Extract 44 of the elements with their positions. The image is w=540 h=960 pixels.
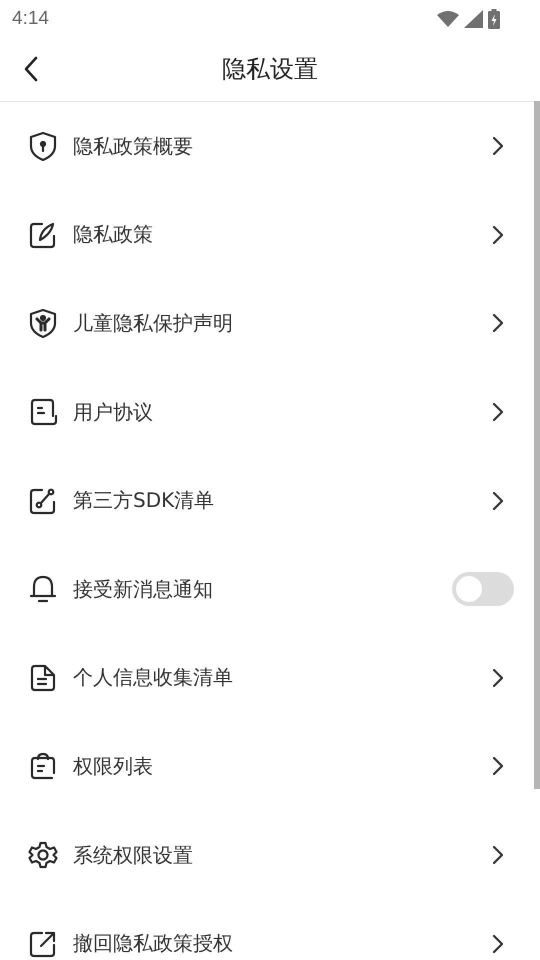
- wifi-icon: [437, 10, 459, 26]
- bag-list-icon: [28, 751, 58, 782]
- bell-icon: [28, 574, 58, 604]
- toggle-switch[interactable]: [452, 572, 514, 606]
- menu-label: 用户协议: [73, 398, 154, 426]
- child-shield-icon: [28, 308, 58, 338]
- menu-label: 权限列表: [73, 752, 154, 780]
- menu-item[interactable]: 撤回隐私政策授权: [0, 899, 532, 960]
- chevron-right-icon: [492, 313, 504, 334]
- chevron-right-icon: [492, 136, 504, 156]
- back-icon[interactable]: [23, 56, 39, 82]
- chevron-right-icon: [492, 668, 504, 688]
- chevron-right-icon: [492, 490, 504, 511]
- chevron-right-icon: [492, 756, 504, 776]
- menu-label: 儿童隐私保护声明: [73, 310, 234, 337]
- menu-item[interactable]: 系统权限设置: [0, 810, 532, 900]
- file-list-icon: [28, 662, 58, 693]
- page-title: 隐私设置: [222, 54, 318, 85]
- shield-keyhole-icon: [28, 131, 58, 162]
- menu-label: 第三方SDK清单: [73, 487, 216, 514]
- menu-label: 隐私政策概要: [73, 132, 194, 160]
- gear-icon: [28, 840, 58, 870]
- menu-item[interactable]: 第三方SDK清单: [0, 456, 532, 545]
- menu-label: 接受新消息通知: [73, 576, 214, 603]
- battery-icon: [488, 8, 500, 28]
- document-icon: [28, 397, 58, 428]
- chevron-right-icon: [492, 845, 504, 866]
- share-document-icon: [28, 486, 58, 516]
- chevron-right-icon: [492, 224, 504, 245]
- menu-item[interactable]: 隐私政策: [0, 190, 532, 280]
- menu-item[interactable]: 个人信息收集清单: [0, 634, 532, 722]
- signal-icon: [464, 10, 483, 28]
- menu-item[interactable]: 儿童隐私保护声明: [0, 279, 532, 368]
- menu-item[interactable]: 权限列表: [0, 722, 532, 811]
- status-time: 4:14: [12, 8, 49, 30]
- menu-label: 隐私政策: [73, 221, 154, 248]
- settings-row[interactable]: 接受新消息通知: [0, 544, 532, 634]
- chevron-right-icon: [492, 402, 504, 422]
- menu-label: 个人信息收集清单: [73, 664, 234, 692]
- menu-label: 撤回隐私政策授权: [73, 930, 234, 958]
- menu-item[interactable]: 用户协议: [0, 368, 532, 456]
- chevron-right-icon: [492, 934, 504, 954]
- menu-label: 系统权限设置: [73, 842, 194, 869]
- menu-item[interactable]: 隐私政策概要: [0, 102, 532, 191]
